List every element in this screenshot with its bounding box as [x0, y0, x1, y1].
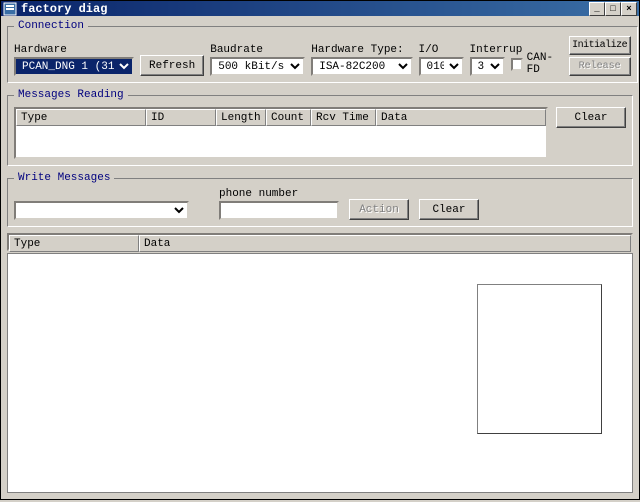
canfd-label: CAN-FD	[527, 52, 563, 76]
phone-label: phone number	[219, 188, 339, 200]
action-button[interactable]: Action	[349, 199, 409, 220]
messages-reading-legend: Messages Reading	[14, 89, 128, 101]
write-messages-legend: Write Messages	[14, 172, 114, 184]
hwtype-select[interactable]: ISA-82C200	[311, 57, 412, 76]
clear-reading-button[interactable]: Clear	[556, 107, 626, 128]
col-rcv[interactable]: Rcv Time	[311, 109, 376, 126]
photo-placeholder	[477, 284, 602, 434]
initialize-button[interactable]: Initialize	[569, 36, 631, 55]
clear-write-button[interactable]: Clear	[419, 199, 479, 220]
app-icon	[3, 2, 17, 16]
titlebar: factory diag _ □ ×	[1, 1, 639, 16]
hardware-select[interactable]: PCAN_DNG 1 (31h)	[14, 57, 134, 76]
write-select[interactable]	[14, 201, 189, 220]
io-label: I/O	[419, 44, 464, 56]
hwtype-label: Hardware Type:	[311, 44, 412, 56]
lower-table-header: Type Data	[7, 233, 633, 251]
phone-input[interactable]	[219, 201, 339, 220]
col-count[interactable]: Count	[266, 109, 311, 126]
connection-group: Connection Hardware PCAN_DNG 1 (31h) Ref…	[7, 20, 638, 83]
minimize-button[interactable]: _	[589, 2, 605, 16]
interrupt-label: Interrup	[470, 44, 505, 56]
messages-list[interactable]: Type ID Length Count Rcv Time Data	[14, 107, 548, 159]
write-messages-group: Write Messages phone number Action Clear	[7, 172, 633, 227]
canfd-checkbox[interactable]	[511, 58, 523, 71]
refresh-button[interactable]: Refresh	[140, 55, 204, 76]
release-button[interactable]: Release	[569, 57, 631, 76]
col-type[interactable]: Type	[16, 109, 146, 126]
messages-reading-group: Messages Reading Type ID Length Count Rc…	[7, 89, 633, 166]
hardware-label: Hardware	[14, 44, 134, 56]
col-data[interactable]: Data	[376, 109, 546, 126]
content-area	[7, 253, 633, 493]
col-id[interactable]: ID	[146, 109, 216, 126]
io-select[interactable]: 0100	[419, 57, 464, 76]
window-title: factory diag	[21, 2, 589, 16]
col-length[interactable]: Length	[216, 109, 266, 126]
close-button[interactable]: ×	[621, 2, 637, 16]
lower-col-type[interactable]: Type	[9, 235, 139, 252]
lower-col-data[interactable]: Data	[139, 235, 631, 252]
baudrate-select[interactable]: 500 kBit/sec	[210, 57, 305, 76]
maximize-button[interactable]: □	[605, 2, 621, 16]
interrupt-select[interactable]: 3	[470, 57, 505, 76]
connection-legend: Connection	[14, 20, 88, 32]
baudrate-label: Baudrate	[210, 44, 305, 56]
